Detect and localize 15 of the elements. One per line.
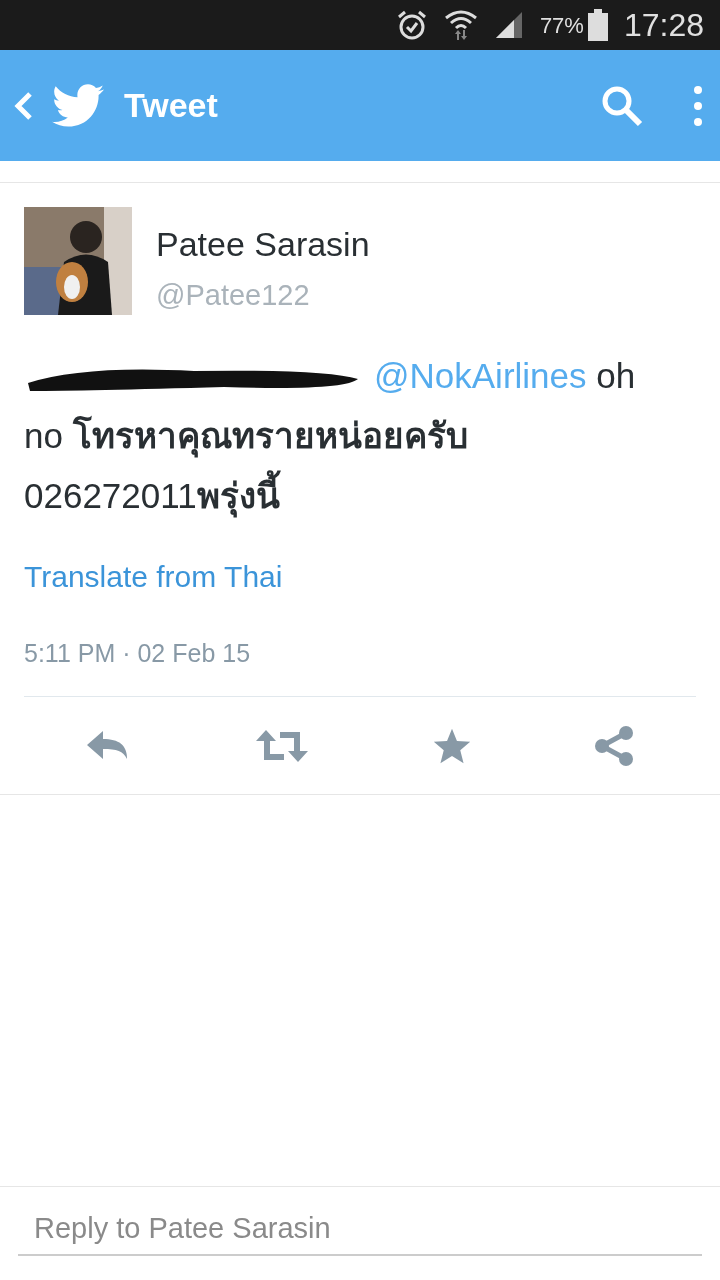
tweet-timestamp: 5:11 PM · 02 Feb 15 bbox=[24, 638, 251, 667]
share-icon[interactable] bbox=[593, 724, 636, 767]
mention-link[interactable]: @NokAirlines bbox=[374, 355, 587, 395]
battery-icon bbox=[587, 9, 608, 41]
alarm-icon bbox=[395, 9, 428, 41]
author-handle: @Patee122 bbox=[156, 278, 311, 313]
reply-field[interactable]: Reply to Patee Sarasin bbox=[18, 1206, 702, 1256]
bird-logo-icon bbox=[52, 83, 104, 128]
header-title: Tweet bbox=[124, 85, 218, 126]
battery-percent: 77% bbox=[539, 11, 584, 40]
wifi-icon bbox=[443, 8, 478, 42]
translate-link[interactable]: Translate from Thai bbox=[24, 559, 283, 593]
clock-time: 17:28 bbox=[623, 6, 704, 45]
author-name: Patee Sarasin bbox=[156, 224, 370, 265]
overflow-menu-icon[interactable] bbox=[692, 83, 704, 128]
